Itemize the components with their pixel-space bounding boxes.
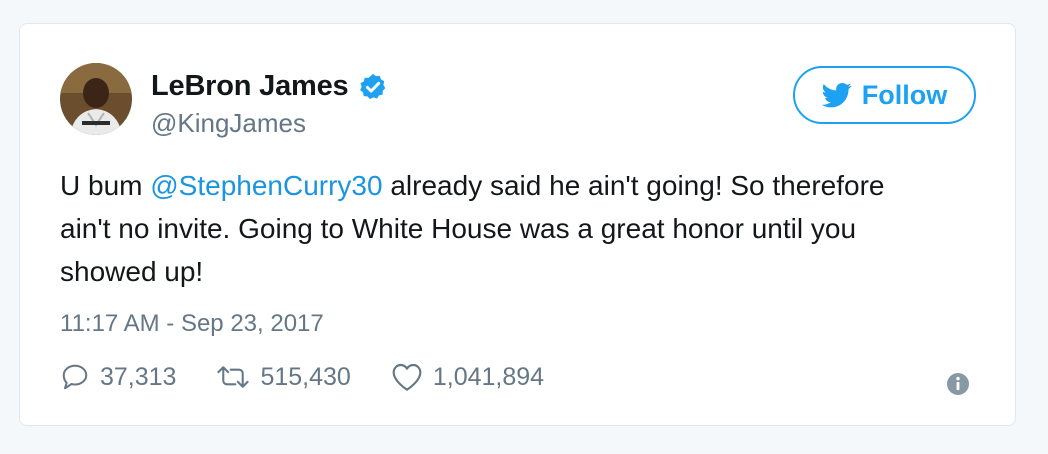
reply-action[interactable]: 37,313 — [60, 362, 176, 392]
heart-icon — [392, 363, 422, 391]
reply-count: 37,313 — [100, 362, 177, 391]
tweet-text: U bum @StephenCurry30 already said he ai… — [60, 164, 940, 293]
retweet-action[interactable]: 515,430 — [216, 362, 351, 392]
retweet-count: 515,430 — [260, 362, 351, 391]
reply-bubble-icon — [62, 364, 88, 390]
follow-button[interactable]: Follow — [793, 66, 976, 124]
user-handle[interactable]: @KingJames — [151, 108, 306, 139]
twitter-bird-icon — [821, 83, 852, 108]
like-action[interactable]: 1,041,894 — [391, 362, 544, 392]
avatar-image — [60, 63, 132, 135]
tweet-timestamp[interactable]: 11:17 AM - Sep 23, 2017 — [60, 310, 324, 338]
tweet-card: LeBron James @KingJames Follow U bum @St… — [19, 23, 1016, 426]
info-icon[interactable] — [946, 372, 970, 396]
retweet-icon — [217, 366, 250, 388]
display-name[interactable]: LeBron James — [151, 70, 349, 103]
mention-link[interactable]: @StephenCurry30 — [150, 170, 382, 201]
avatar[interactable] — [60, 63, 132, 135]
author-name-row: LeBron James — [151, 70, 388, 103]
follow-label: Follow — [861, 79, 948, 110]
verified-badge-icon — [360, 73, 386, 99]
tweet-actions: 37,313 515,430 1,041,894 — [60, 362, 584, 392]
tweet-text-start: U bum — [60, 170, 151, 201]
like-count: 1,041,894 — [432, 362, 545, 391]
